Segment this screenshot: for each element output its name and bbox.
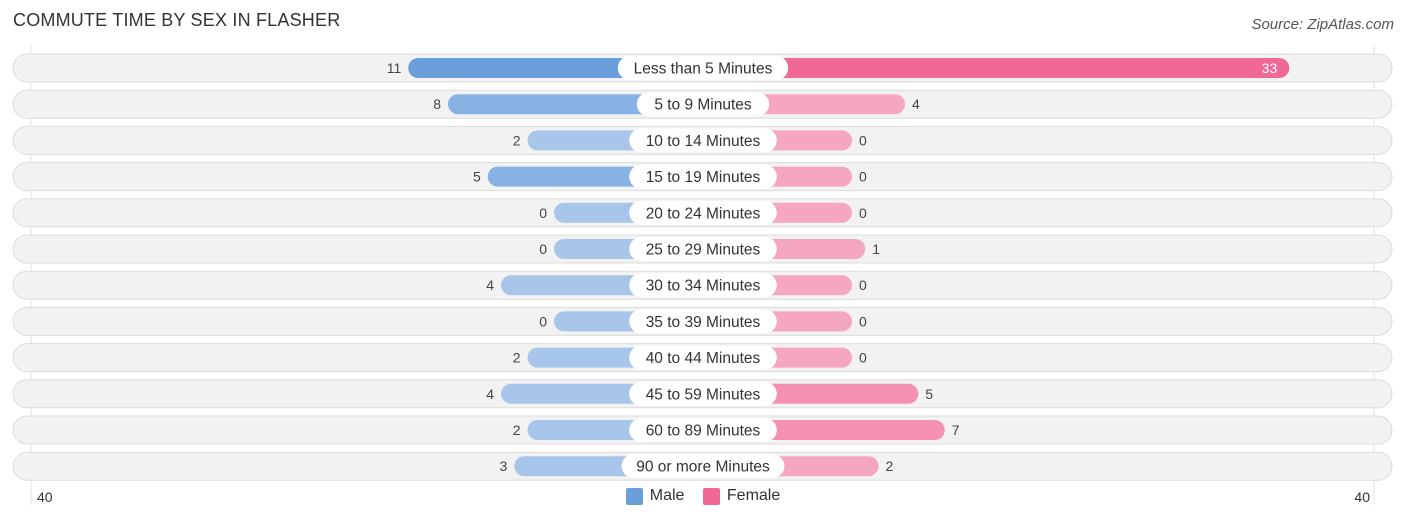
female-value-label: 0 [859, 313, 867, 329]
female-value-label: 0 [859, 169, 867, 185]
male-value-label: 5 [473, 169, 481, 185]
category-label: 10 to 14 Minutes [646, 133, 761, 150]
legend-label-female: Female [726, 487, 781, 504]
legend-label-male: Male [649, 487, 685, 504]
female-value-label: 33 [1262, 60, 1278, 76]
legend-swatch-female [702, 487, 720, 505]
male-value-label: 3 [499, 458, 507, 474]
category-label: 60 to 89 Minutes [646, 423, 761, 440]
category-label: 15 to 19 Minutes [646, 169, 761, 186]
female-value-label: 0 [859, 132, 867, 148]
legend-swatch-male [625, 487, 643, 505]
legend: Male Female [0, 487, 1406, 510]
legend-item-female[interactable]: Female [702, 487, 781, 505]
male-value-label: 0 [539, 205, 547, 221]
category-label: Less than 5 Minutes [634, 61, 773, 78]
female-value-label: 1 [872, 241, 880, 257]
male-value-label: 4 [486, 277, 494, 293]
category-label: 25 to 29 Minutes [646, 242, 761, 259]
male-value-label: 0 [539, 313, 547, 329]
male-value-label: 2 [513, 132, 521, 148]
chart-svg: Less than 5 Minutes 11 33 5 to 9 Minutes 8 4 1… [12, 45, 1393, 505]
male-value-label: 11 [387, 60, 402, 76]
female-value-label: 4 [912, 96, 920, 112]
male-value-label: 0 [539, 241, 547, 257]
female-value-label: 0 [859, 205, 867, 221]
male-value-label: 4 [486, 386, 494, 402]
female-value-label: 2 [886, 458, 894, 474]
female-value-label: 5 [925, 386, 933, 402]
legend-item-male[interactable]: Male [625, 487, 685, 505]
category-label: 35 to 39 Minutes [646, 314, 761, 331]
male-value-label: 2 [513, 422, 521, 438]
category-label: 40 to 44 Minutes [646, 350, 761, 367]
female-value-label: 7 [952, 422, 960, 438]
category-label: 5 to 9 Minutes [654, 97, 752, 114]
male-value-label: 8 [433, 96, 441, 112]
male-value-label: 2 [513, 350, 521, 366]
female-value-label: 0 [859, 277, 867, 293]
female-value-label: 0 [859, 350, 867, 366]
category-label: 20 to 24 Minutes [646, 205, 761, 222]
female-bar [703, 58, 1290, 78]
category-label: 45 to 59 Minutes [646, 386, 761, 403]
category-label: 30 to 34 Minutes [646, 278, 761, 295]
category-label: 90 or more Minutes [636, 459, 770, 476]
